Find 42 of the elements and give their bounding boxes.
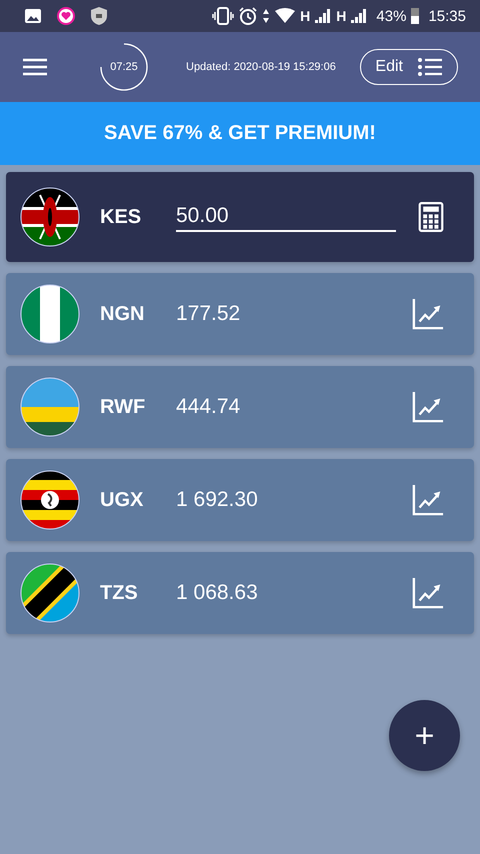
image-icon bbox=[24, 7, 42, 25]
data-arrows-icon bbox=[262, 8, 270, 24]
signal-icon bbox=[350, 8, 368, 24]
calculator-icon[interactable] bbox=[418, 201, 444, 233]
clock: 15:35 bbox=[428, 8, 466, 24]
signal-icon bbox=[314, 8, 332, 24]
currency-card[interactable]: KES 50.00 bbox=[6, 172, 474, 262]
currency-code: UGX bbox=[100, 488, 144, 512]
line-chart-icon[interactable] bbox=[412, 391, 444, 423]
menu-button[interactable] bbox=[22, 57, 48, 77]
line-chart-icon[interactable] bbox=[412, 484, 444, 516]
add-button[interactable]: + bbox=[389, 700, 460, 771]
network-type: H bbox=[336, 8, 346, 24]
currency-code: NGN bbox=[100, 302, 146, 326]
converted-amount: 444.74 bbox=[176, 395, 242, 419]
battery-icon bbox=[410, 7, 420, 25]
converted-amount: 1 068.63 bbox=[176, 581, 259, 605]
line-chart-icon[interactable] bbox=[412, 577, 444, 609]
currency-card[interactable]: RWF 444.74 bbox=[6, 366, 474, 448]
network-type: H bbox=[300, 8, 310, 24]
amount-input[interactable]: 50.00 bbox=[176, 202, 396, 232]
line-chart-icon[interactable] bbox=[412, 298, 444, 330]
edit-button[interactable]: Edit bbox=[360, 49, 458, 85]
shield-icon bbox=[90, 6, 108, 26]
converted-amount: 177.52 bbox=[176, 302, 242, 326]
currency-code: RWF bbox=[100, 396, 146, 418]
wifi-icon bbox=[274, 8, 296, 24]
converted-amount: 1 692.30 bbox=[176, 488, 259, 512]
countdown-ring-icon bbox=[100, 43, 148, 91]
battery-percent: 43% bbox=[376, 8, 406, 24]
countdown-time: 07:25 bbox=[110, 61, 138, 73]
premium-banner[interactable]: SAVE 67% & GET PREMIUM! bbox=[0, 102, 480, 165]
currency-card[interactable]: NGN 177.52 bbox=[6, 273, 474, 355]
currency-card[interactable]: TZS 1 068.63 bbox=[6, 552, 474, 634]
currency-code: KES bbox=[100, 206, 142, 228]
currency-card[interactable]: UGX 1 692.30 bbox=[6, 459, 474, 541]
vibrate-icon bbox=[212, 7, 234, 25]
list-icon bbox=[417, 57, 443, 77]
heart-icon bbox=[56, 6, 76, 26]
currency-code: TZS bbox=[100, 582, 139, 604]
update-time: Updated: 2020-08-19 15:29:06 bbox=[186, 61, 336, 73]
alarm-icon bbox=[238, 6, 258, 26]
